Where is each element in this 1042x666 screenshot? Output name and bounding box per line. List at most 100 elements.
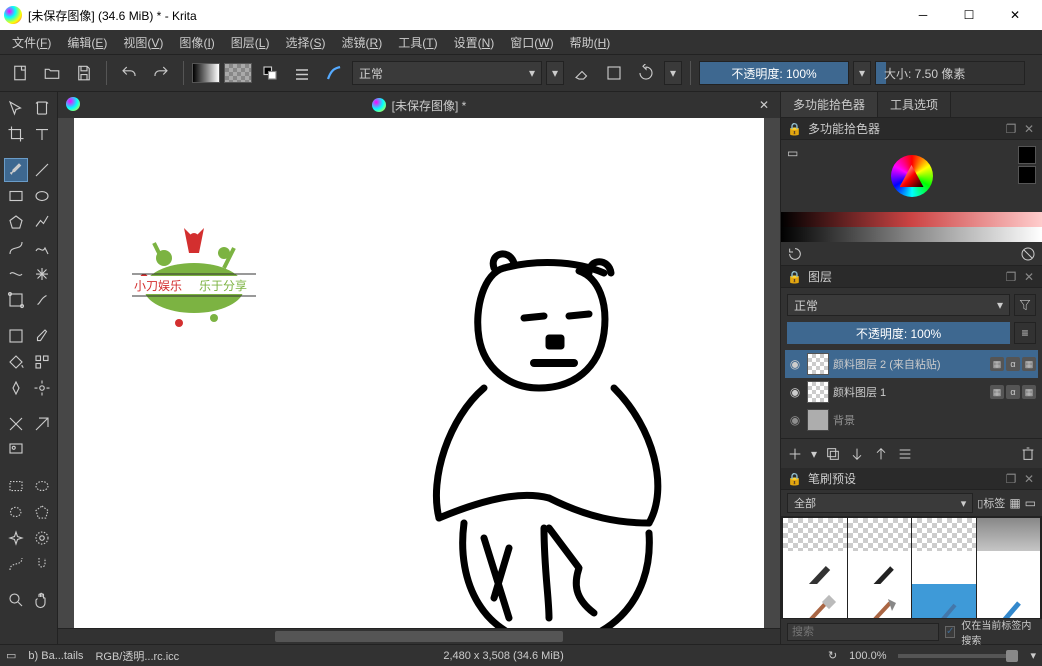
- tab-color-picker[interactable]: 多功能拾色器: [781, 92, 878, 117]
- status-profile[interactable]: RGB/透明...rc.icc: [95, 648, 179, 664]
- rotation-icon[interactable]: ↻: [828, 649, 837, 662]
- swap-colors-button[interactable]: [256, 59, 284, 87]
- fill-tool[interactable]: [4, 350, 28, 374]
- menu-help[interactable]: 帮助(H): [562, 32, 619, 53]
- bezier-select-tool[interactable]: [4, 552, 28, 576]
- transform-tool[interactable]: [30, 96, 54, 120]
- layer-item[interactable]: ◉ 背景: [785, 406, 1038, 434]
- close-panel-icon[interactable]: ✕: [1022, 270, 1036, 284]
- measure-tool[interactable]: [30, 412, 54, 436]
- menu-window[interactable]: 窗口(W): [502, 32, 561, 53]
- smart-fill-tool[interactable]: [4, 376, 28, 400]
- brush-settings-button[interactable]: [288, 59, 316, 87]
- pan-tool[interactable]: [30, 588, 54, 612]
- shape-select-tool[interactable]: [30, 376, 54, 400]
- float-icon[interactable]: ❐: [1004, 122, 1018, 136]
- menu-tools[interactable]: 工具(T): [390, 32, 445, 53]
- storage-icon[interactable]: ▭: [1025, 496, 1036, 510]
- value-bar[interactable]: [781, 227, 1042, 242]
- polyline-tool[interactable]: [30, 210, 54, 234]
- blendmode-options[interactable]: ▾: [546, 61, 564, 85]
- gradient-preview[interactable]: [192, 63, 220, 83]
- blendmode-select[interactable]: 正常▾: [352, 61, 542, 85]
- eraser-mode-button[interactable]: [568, 59, 596, 87]
- ellipse-tool[interactable]: [30, 184, 54, 208]
- float-icon[interactable]: ❐: [1004, 472, 1018, 486]
- visibility-icon[interactable]: ◉: [787, 356, 803, 372]
- reload-options[interactable]: ▾: [664, 61, 682, 85]
- minimize-button[interactable]: ─: [900, 0, 946, 30]
- color-picker-tool[interactable]: [30, 324, 54, 348]
- lock-icon[interactable]: 🔒: [787, 472, 802, 486]
- selection-mode-icon[interactable]: ▭: [6, 649, 16, 662]
- properties-icon[interactable]: [897, 446, 913, 462]
- close-panel-icon[interactable]: ✕: [1022, 472, 1036, 486]
- menu-view[interactable]: 视图(V): [115, 32, 171, 53]
- layer-blendmode-select[interactable]: 正常▾: [787, 294, 1010, 316]
- zoom-tool[interactable]: [4, 588, 28, 612]
- assistant-tool[interactable]: [4, 412, 28, 436]
- float-icon[interactable]: ❐: [1004, 270, 1018, 284]
- text-tool[interactable]: [30, 122, 54, 146]
- close-panel-icon[interactable]: ✕: [1022, 122, 1036, 136]
- zoom-dropdown-icon[interactable]: ▾: [1030, 649, 1036, 662]
- edit-shapes-tool[interactable]: [4, 288, 28, 312]
- move-up-icon[interactable]: [873, 446, 889, 462]
- layer-item[interactable]: ◉ 颜料图层 1 ▦α▦: [785, 378, 1038, 406]
- disable-icon[interactable]: [1020, 246, 1036, 262]
- brush-tool[interactable]: [4, 158, 28, 182]
- filter-layer-button[interactable]: [1014, 294, 1036, 316]
- menu-layer[interactable]: 图层(L): [223, 32, 278, 53]
- menu-file[interactable]: 文件(F): [4, 32, 59, 53]
- save-file-button[interactable]: [70, 59, 98, 87]
- document-tab[interactable]: [未保存图像] *: [360, 93, 479, 118]
- multibrush-tool[interactable]: [30, 262, 54, 286]
- gradient-tool[interactable]: [4, 324, 28, 348]
- opacity-options[interactable]: ▾: [853, 61, 871, 85]
- duplicate-layer-icon[interactable]: [825, 446, 841, 462]
- canvas[interactable]: 小刀娱乐 乐于分享: [74, 118, 764, 628]
- brush-search-input[interactable]: [787, 623, 939, 641]
- brush-tag-select[interactable]: 全部▾: [787, 493, 973, 513]
- visibility-icon[interactable]: ◉: [787, 412, 803, 428]
- search-scope-checkbox[interactable]: ✓: [945, 626, 955, 638]
- freehand-path-tool[interactable]: [30, 236, 54, 260]
- contiguous-select-tool[interactable]: [4, 526, 28, 550]
- status-zoom[interactable]: 100.0%: [849, 650, 886, 662]
- brush-preset[interactable]: [848, 584, 912, 618]
- visibility-icon[interactable]: ◉: [787, 384, 803, 400]
- crop-tool[interactable]: [4, 122, 28, 146]
- menu-settings[interactable]: 设置(N): [446, 32, 503, 53]
- bg-color-swatch[interactable]: [1018, 166, 1036, 184]
- reload-preset-button[interactable]: [632, 59, 660, 87]
- menu-select[interactable]: 选择(S): [277, 32, 333, 53]
- freehand-select-tool[interactable]: [4, 500, 28, 524]
- alpha-lock-button[interactable]: [600, 59, 628, 87]
- status-selection[interactable]: b) Ba...tails: [28, 650, 83, 662]
- tab-tool-options[interactable]: 工具选项: [878, 92, 951, 117]
- open-file-button[interactable]: [38, 59, 66, 87]
- similar-select-tool[interactable]: [30, 526, 54, 550]
- canvas-viewport[interactable]: 小刀娱乐 乐于分享: [58, 118, 780, 628]
- lock-icon[interactable]: 🔒: [787, 122, 802, 136]
- calligraphy-tool[interactable]: [30, 288, 54, 312]
- reference-tool[interactable]: [4, 438, 28, 462]
- line-tool[interactable]: [30, 158, 54, 182]
- dynamic-brush-tool[interactable]: [4, 262, 28, 286]
- pattern-tool[interactable]: [30, 350, 54, 374]
- hue-bar[interactable]: [781, 212, 1042, 227]
- color-wheel[interactable]: [891, 155, 933, 197]
- maximize-button[interactable]: ☐: [946, 0, 992, 30]
- zoom-slider[interactable]: [898, 654, 1018, 658]
- layer-options-button[interactable]: ≡: [1014, 322, 1036, 344]
- undo-button[interactable]: [115, 59, 143, 87]
- add-layer-icon[interactable]: [787, 446, 803, 462]
- magnetic-select-tool[interactable]: [30, 552, 54, 576]
- new-file-button[interactable]: [6, 59, 34, 87]
- brush-preset[interactable]: [783, 584, 847, 618]
- brush-preset[interactable]: [912, 584, 976, 618]
- menu-filter[interactable]: 滤镜(R): [334, 32, 391, 53]
- close-button[interactable]: ✕: [992, 0, 1038, 30]
- brush-preview[interactable]: [320, 59, 348, 87]
- size-slider[interactable]: 大小: 7.50 像素: [875, 61, 1025, 85]
